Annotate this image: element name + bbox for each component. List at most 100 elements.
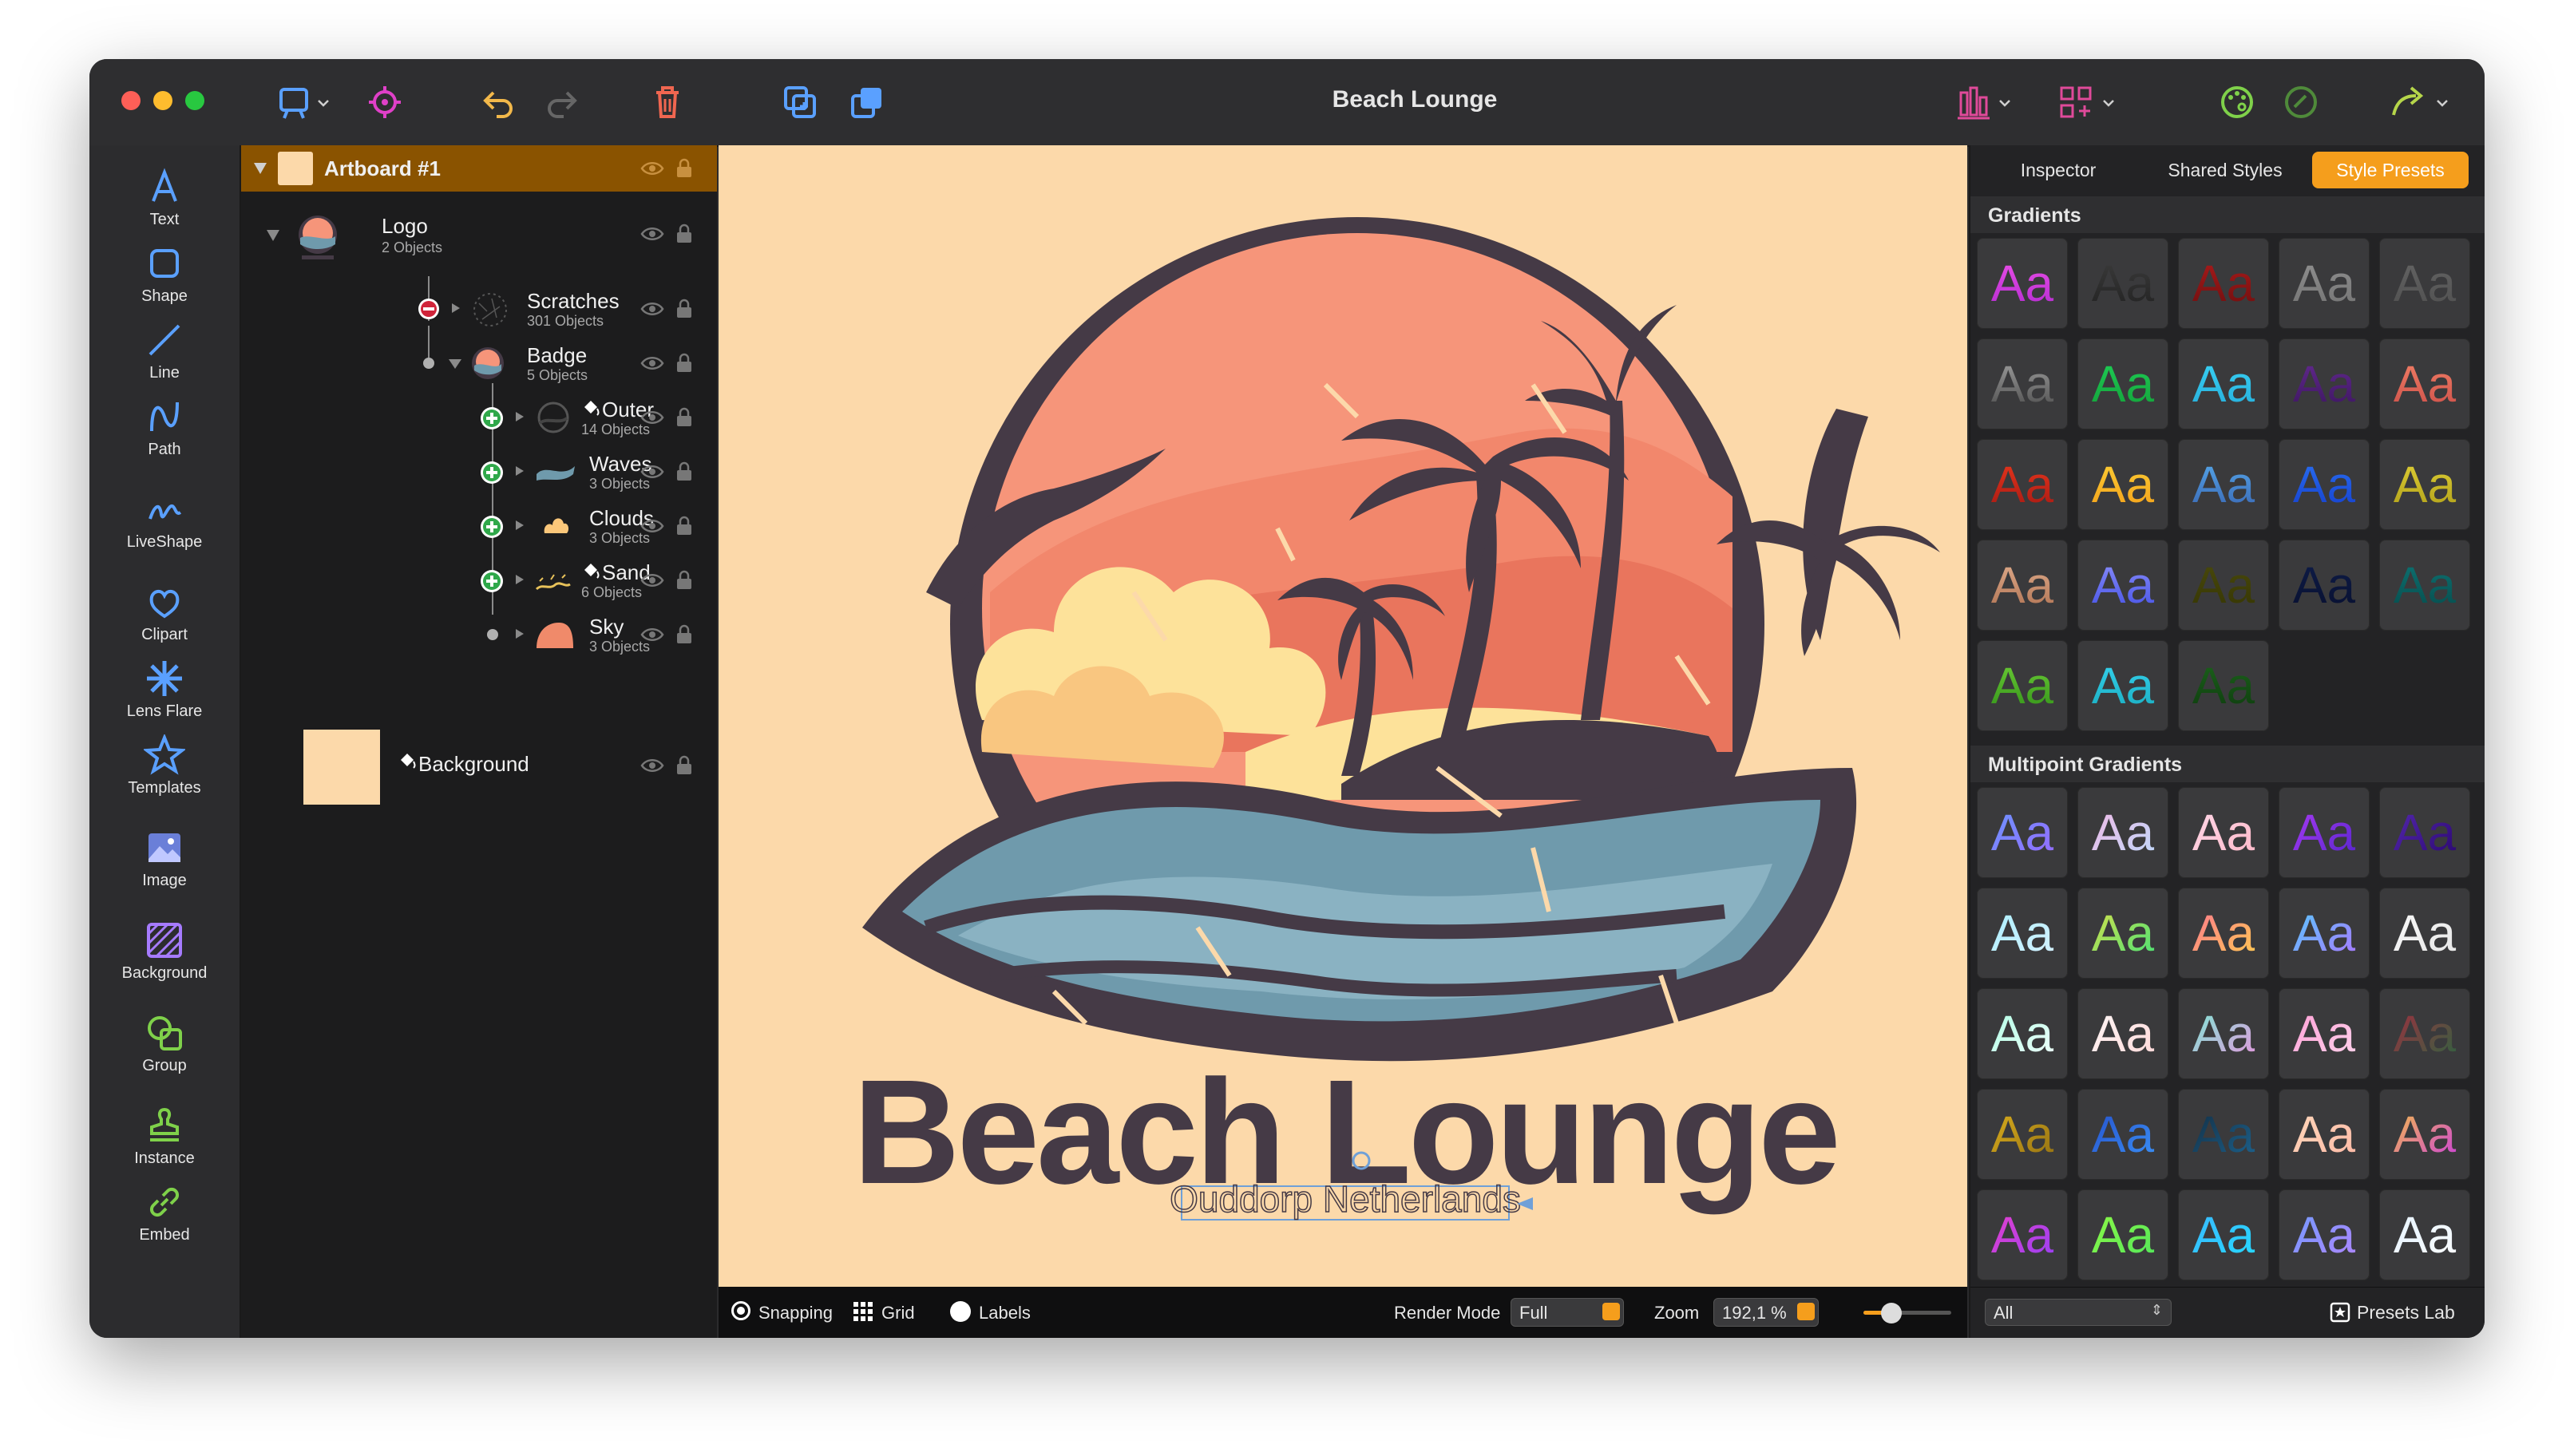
minimize-window-button[interactable] xyxy=(153,91,172,110)
gradient-preset-swatch[interactable]: Aa xyxy=(2279,338,2370,429)
gradient-preset-swatch[interactable]: Aa xyxy=(2279,439,2370,530)
layer-row-outer[interactable]: Outer 14 Objects xyxy=(241,391,717,444)
multipoint-preset-swatch[interactable]: Aa xyxy=(2178,988,2269,1079)
multipoint-preset-swatch[interactable]: Aa xyxy=(2178,1189,2269,1280)
disclosure-triangle-icon[interactable] xyxy=(447,358,463,370)
visibility-eye-icon[interactable] xyxy=(640,568,664,592)
line-tool[interactable]: Line xyxy=(89,319,240,382)
gradient-preset-swatch[interactable]: Aa xyxy=(1977,439,2068,530)
gradient-preset-swatch[interactable]: Aa xyxy=(2077,439,2168,530)
multipoint-preset-swatch[interactable]: Aa xyxy=(2279,988,2370,1079)
chevron-down-icon[interactable] xyxy=(2101,96,2116,110)
mask-remove-icon[interactable] xyxy=(417,297,441,321)
multipoint-preset-swatch[interactable]: Aa xyxy=(2379,787,2470,878)
background-tool[interactable]: Background xyxy=(89,920,240,983)
layer-row-logo[interactable]: Logo 2 Objects xyxy=(241,201,717,281)
gradient-preset-swatch[interactable]: Aa xyxy=(2178,540,2269,631)
chevron-down-icon[interactable] xyxy=(316,96,331,110)
layer-row-sand[interactable]: Sand 6 Objects xyxy=(241,554,717,607)
undo-icon[interactable] xyxy=(479,83,517,121)
multipoint-preset-swatch[interactable]: Aa xyxy=(2077,888,2168,979)
liveshape-tool[interactable]: LiveShape xyxy=(89,489,240,552)
gradient-preset-swatch[interactable]: Aa xyxy=(2379,540,2470,631)
templates-tool[interactable]: Templates xyxy=(89,734,240,797)
disclosure-triangle-icon[interactable] xyxy=(514,573,525,586)
gradient-preset-swatch[interactable]: Aa xyxy=(2178,640,2269,731)
mask-add-icon[interactable] xyxy=(479,460,505,485)
group-add-icon[interactable] xyxy=(781,83,819,121)
zoom-window-button[interactable] xyxy=(185,91,204,110)
arrange-icon[interactable] xyxy=(848,83,886,121)
lock-icon[interactable] xyxy=(672,514,696,538)
visibility-eye-icon[interactable] xyxy=(640,406,664,429)
image-tool[interactable]: Image xyxy=(89,827,240,890)
layer-row-scratches[interactable]: Scratches 301 Objects xyxy=(241,283,717,335)
distribute-icon[interactable] xyxy=(2057,83,2095,121)
disclosure-triangle-icon[interactable] xyxy=(265,228,281,243)
lock-icon[interactable] xyxy=(672,754,696,777)
zoom-field[interactable]: 192,1 % xyxy=(1713,1298,1819,1327)
presets-lab-button[interactable]: Presets Lab xyxy=(2357,1302,2455,1323)
disclosure-triangle-icon[interactable] xyxy=(514,465,525,477)
layer-row-background[interactable]: Background xyxy=(241,720,717,808)
subline-text[interactable]: Ouddorp Netherlands xyxy=(1169,1177,1521,1221)
gradient-preset-swatch[interactable]: Aa xyxy=(2077,640,2168,731)
gradient-preset-swatch[interactable]: Aa xyxy=(2077,238,2168,329)
embed-tool[interactable]: Embed xyxy=(89,1181,240,1244)
multipoint-preset-swatch[interactable]: Aa xyxy=(2379,1089,2470,1180)
palette-icon[interactable] xyxy=(2218,83,2256,121)
disclosure-triangle-icon[interactable] xyxy=(514,627,525,640)
visibility-eye-icon[interactable] xyxy=(640,460,664,484)
path-tool[interactable]: Path xyxy=(89,396,240,459)
artboard-icon[interactable] xyxy=(275,83,313,121)
gradient-preset-swatch[interactable]: Aa xyxy=(2379,439,2470,530)
gradient-preset-swatch[interactable]: Aa xyxy=(1977,640,2068,731)
gradient-preset-swatch[interactable]: Aa xyxy=(2379,338,2470,429)
lock-icon[interactable] xyxy=(672,460,696,484)
tab-style-presets[interactable]: Style Presets xyxy=(2312,152,2469,188)
beach-lounge-logo[interactable]: Beach Lounge Ouddorp Netherlands xyxy=(719,145,1967,1287)
gradient-preset-swatch[interactable]: Aa xyxy=(2077,540,2168,631)
mask-add-icon[interactable] xyxy=(479,406,505,431)
multipoint-preset-swatch[interactable]: Aa xyxy=(2379,888,2470,979)
gradient-preset-swatch[interactable]: Aa xyxy=(2178,238,2269,329)
multipoint-preset-swatch[interactable]: Aa xyxy=(1977,1189,2068,1280)
multipoint-preset-swatch[interactable]: Aa xyxy=(1977,988,2068,1079)
disclosure-triangle-icon[interactable] xyxy=(252,161,268,176)
layer-row-waves[interactable]: Waves 3 Objects xyxy=(241,445,717,498)
presets-lab-icon[interactable] xyxy=(2330,1302,2350,1323)
chevron-down-icon[interactable] xyxy=(2435,96,2449,110)
visibility-eye-icon[interactable] xyxy=(640,623,664,647)
snapping-toggle[interactable] xyxy=(731,1301,750,1320)
lock-icon[interactable] xyxy=(672,222,696,246)
visibility-eye-icon[interactable] xyxy=(640,351,664,375)
multipoint-preset-swatch[interactable]: Aa xyxy=(2178,888,2269,979)
group-tool[interactable]: Group xyxy=(89,1012,240,1075)
tab-shared-styles[interactable]: Shared Styles xyxy=(2141,152,2309,188)
layer-row-artboard[interactable]: Artboard #1 xyxy=(241,145,717,192)
close-window-button[interactable] xyxy=(121,91,141,110)
text-tool[interactable]: Text xyxy=(89,166,240,229)
render-mode-select[interactable]: Full xyxy=(1511,1298,1624,1327)
shape-tool[interactable]: Shape xyxy=(89,243,240,306)
grid-icon[interactable] xyxy=(853,1301,873,1322)
multipoint-preset-swatch[interactable]: Aa xyxy=(2077,1189,2168,1280)
multipoint-preset-swatch[interactable]: Aa xyxy=(2279,1089,2370,1180)
disclosure-triangle-icon[interactable] xyxy=(514,519,525,532)
mask-add-icon[interactable] xyxy=(479,568,505,594)
visibility-eye-icon[interactable] xyxy=(640,754,664,777)
multipoint-preset-swatch[interactable]: Aa xyxy=(2077,988,2168,1079)
lens-flare-tool[interactable]: Lens Flare xyxy=(89,658,240,721)
zoom-slider-thumb[interactable] xyxy=(1881,1303,1902,1323)
clipart-tool[interactable]: Clipart xyxy=(89,581,240,644)
multipoint-preset-swatch[interactable]: Aa xyxy=(2279,1189,2370,1280)
tab-inspector[interactable]: Inspector xyxy=(1978,152,2138,188)
target-icon[interactable] xyxy=(366,83,404,121)
lock-icon[interactable] xyxy=(672,568,696,592)
gradient-preset-swatch[interactable]: Aa xyxy=(1977,238,2068,329)
multipoint-preset-swatch[interactable]: Aa xyxy=(2077,787,2168,878)
multipoint-preset-swatch[interactable]: Aa xyxy=(2077,1089,2168,1180)
layer-row-badge[interactable]: Badge 5 Objects xyxy=(241,337,717,390)
artboard-canvas[interactable]: Beach Lounge Ouddorp Netherlands xyxy=(719,145,1967,1287)
share-icon[interactable] xyxy=(2389,83,2427,121)
